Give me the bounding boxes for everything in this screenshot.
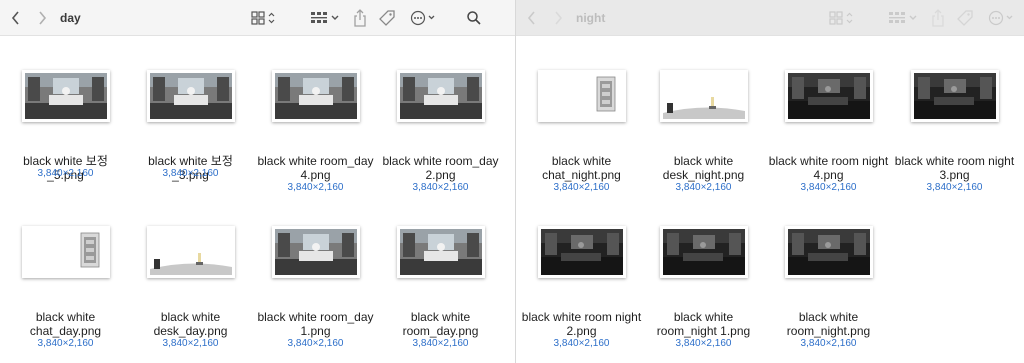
file-item[interactable]: black white room_day 2.png 3,840×2,160 — [378, 70, 503, 220]
file-item[interactable]: black white room_day.png 3,840×2,160 — [378, 226, 503, 363]
group-by-icon — [889, 12, 917, 23]
file-dimensions: 3,840×2,160 — [412, 338, 469, 349]
file-thumbnail[interactable] — [146, 70, 235, 122]
group-by-icon — [311, 12, 339, 23]
finder-window-day: day black white 보정_5.png 3,840×2,160 bla… — [0, 0, 516, 363]
file-dimensions: 3,840×2,160 — [926, 182, 983, 193]
window-title: day — [60, 10, 81, 25]
share-button[interactable] — [930, 7, 946, 29]
file-thumbnail[interactable] — [784, 70, 873, 122]
file-item[interactable]: black white room_day 1.png 3,840×2,160 — [253, 226, 378, 363]
file-name: black white room_night 1.png — [656, 310, 751, 338]
file-dimensions: 3,840×2,160 — [37, 338, 94, 349]
tag-button[interactable] — [378, 7, 396, 29]
file-name: black white chat_day.png — [29, 310, 102, 338]
view-mode-button[interactable] — [828, 7, 858, 29]
file-item[interactable]: black white chat_night.png 3,840×2,160 — [519, 70, 644, 220]
forward-button[interactable] — [548, 7, 568, 29]
file-dimensions: 3,840×2,160 — [553, 338, 610, 349]
window-title: night — [576, 10, 606, 25]
file-thumbnail[interactable] — [659, 70, 748, 122]
file-thumbnail[interactable] — [271, 70, 360, 122]
file-thumbnail[interactable] — [396, 70, 485, 122]
file-dimensions: 3,840×2,160 — [800, 182, 857, 193]
icon-view-icon — [251, 11, 275, 25]
file-dimensions: 3,840×2,160 — [800, 338, 857, 349]
file-item[interactable]: black white room night 3.png 3,840×2,160 — [892, 70, 1017, 220]
file-thumbnail[interactable] — [146, 226, 235, 278]
file-name: black white room night 3.png — [894, 154, 1015, 182]
file-dimensions: 3,840×2,160 — [675, 182, 732, 193]
file-item[interactable]: black white 보정_3.png 3,840×2,160 — [128, 70, 253, 220]
file-thumbnail[interactable] — [271, 226, 360, 278]
file-dimensions: 3,840×2,160 — [412, 182, 469, 193]
file-thumbnail[interactable] — [21, 226, 110, 278]
back-button[interactable] — [6, 7, 26, 29]
tag-icon — [957, 10, 973, 26]
more-icon — [988, 10, 1013, 26]
toolbar: night — [516, 0, 1024, 36]
more-button[interactable] — [410, 7, 438, 29]
search-button[interactable] — [466, 7, 482, 29]
more-button[interactable] — [988, 7, 1016, 29]
file-dimensions: 3,840×2,160 — [287, 338, 344, 349]
search-icon — [467, 11, 481, 25]
file-dimensions: 3,840×2,160 — [287, 182, 344, 193]
file-dimensions: 3,840×2,160 — [553, 182, 610, 193]
file-dimensions: 3,840×2,160 — [675, 338, 732, 349]
share-icon — [932, 9, 944, 27]
back-button[interactable] — [522, 7, 542, 29]
share-icon — [354, 9, 366, 27]
file-thumbnail[interactable] — [537, 70, 626, 122]
file-name: black white desk_day.png — [153, 310, 228, 338]
forward-icon — [39, 10, 47, 25]
file-thumbnail[interactable] — [537, 226, 626, 278]
file-name: black white room_night.png — [786, 310, 871, 338]
file-item[interactable]: black white chat_day.png 3,840×2,160 — [3, 226, 128, 363]
file-dimensions: 3,840×2,160 — [162, 168, 219, 179]
back-icon — [527, 10, 535, 25]
toolbar: day — [0, 0, 515, 36]
share-button[interactable] — [352, 7, 368, 29]
file-thumbnail[interactable] — [21, 70, 110, 122]
icon-view-icon — [829, 11, 853, 25]
view-mode-button[interactable] — [250, 7, 280, 29]
file-item[interactable]: black white room night 4.png 3,840×2,160 — [766, 70, 891, 220]
file-dimensions: 3,840×2,160 — [37, 168, 94, 179]
forward-icon — [555, 10, 563, 25]
file-item[interactable]: black white 보정_5.png 3,840×2,160 — [3, 70, 128, 220]
file-name: black white room night 4.png — [768, 154, 889, 182]
file-name: black white room night 2.png — [521, 310, 642, 338]
tag-icon — [379, 10, 395, 26]
file-dimensions: 3,840×2,160 — [162, 338, 219, 349]
file-name: black white room_day 4.png — [257, 154, 374, 182]
file-item[interactable]: black white room night 2.png 3,840×2,160 — [519, 226, 644, 363]
file-item[interactable]: black white desk_day.png 3,840×2,160 — [128, 226, 253, 363]
more-icon — [410, 10, 435, 26]
file-thumbnail[interactable] — [784, 226, 873, 278]
file-thumbnail[interactable] — [659, 226, 748, 278]
group-by-button[interactable] — [310, 7, 342, 29]
finder-window-night: night black white chat_night.png 3,840×2… — [516, 0, 1024, 363]
group-by-button[interactable] — [888, 7, 920, 29]
file-item[interactable]: black white room_day 4.png 3,840×2,160 — [253, 70, 378, 220]
file-item[interactable]: black white room_night.png 3,840×2,160 — [766, 226, 891, 363]
file-item[interactable]: black white desk_night.png 3,840×2,160 — [641, 70, 766, 220]
file-item[interactable]: black white room_night 1.png 3,840×2,160 — [641, 226, 766, 363]
file-thumbnail[interactable] — [396, 226, 485, 278]
file-name: black white desk_night.png — [662, 154, 745, 182]
file-name: black white chat_night.png — [542, 154, 621, 182]
file-thumbnail[interactable] — [910, 70, 999, 122]
file-name: black white room_day 1.png — [257, 310, 374, 338]
tag-button[interactable] — [956, 7, 974, 29]
forward-button[interactable] — [32, 7, 52, 29]
file-name: black white room_day.png — [402, 310, 479, 338]
back-icon — [11, 10, 19, 25]
file-name: black white room_day 2.png — [382, 154, 499, 182]
